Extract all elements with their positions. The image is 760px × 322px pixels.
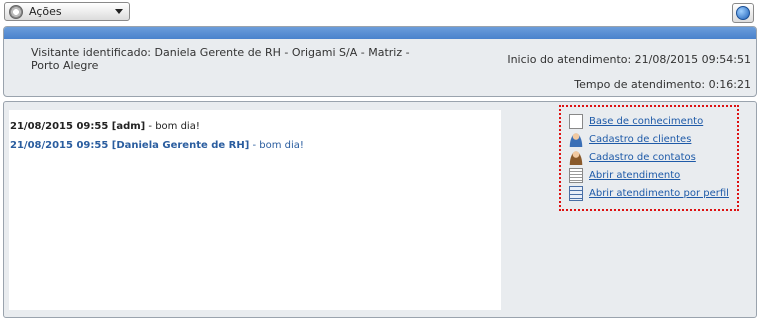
message-text: - bom dia! — [145, 121, 200, 132]
link-cadastro-de-clientes[interactable]: Cadastro de clientes — [569, 130, 737, 148]
link-cadastro-de-contatos[interactable]: Cadastro de contatos — [569, 148, 737, 166]
link-abrir-atendimento[interactable]: Abrir atendimento — [569, 166, 737, 184]
chat-message: 21/08/2015 09:55 [Daniela Gerente de RH]… — [10, 140, 304, 151]
chat-message: 21/08/2015 09:55 [adm] - bom dia! — [10, 121, 200, 132]
message-meta: 21/08/2015 09:55 [Daniela Gerente de RH] — [10, 140, 250, 151]
link-label[interactable]: Abrir atendimento por perfil — [589, 188, 729, 199]
link-label[interactable]: Base de conhecimento — [589, 116, 703, 127]
link-label[interactable]: Abrir atendimento — [589, 170, 680, 181]
actions-label: Ações — [29, 5, 62, 18]
gear-icon — [9, 4, 23, 19]
link-label[interactable]: Cadastro de clientes — [589, 134, 691, 145]
client-icon — [569, 131, 583, 147]
link-abrir-atendimento-por-perfil[interactable]: Abrir atendimento por perfil — [569, 184, 737, 202]
message-text: - bom dia! — [249, 140, 304, 151]
message-meta: 21/08/2015 09:55 [adm] — [10, 121, 146, 132]
actions-dropdown[interactable]: Ações — [4, 2, 130, 21]
main-panel: 21/08/2015 09:55 [adm] - bom dia! 21/08/… — [3, 101, 757, 318]
link-base-de-conhecimento[interactable]: Base de conhecimento — [569, 112, 737, 130]
header-bar — [4, 27, 756, 39]
globe-icon — [736, 6, 750, 20]
chevron-down-icon — [115, 9, 123, 14]
elapsed-time: Tempo de atendimento: 0:16:21 — [574, 78, 751, 91]
globe-button[interactable] — [732, 3, 754, 23]
header-panel: Visitante identificado: Daniela Gerente … — [3, 26, 757, 97]
quick-links-panel: Base de conhecimento Cadastro de cliente… — [559, 105, 739, 211]
document-icon — [569, 113, 583, 129]
chat-log[interactable]: 21/08/2015 09:55 [adm] - bom dia! 21/08/… — [9, 110, 501, 310]
list-icon — [569, 185, 583, 201]
link-label[interactable]: Cadastro de contatos — [589, 152, 696, 163]
visitor-info: Visitante identificado: Daniela Gerente … — [31, 46, 410, 72]
start-time: Inicio do atendimento: 21/08/2015 09:54:… — [507, 53, 751, 66]
form-icon — [569, 167, 583, 183]
contact-icon — [569, 149, 583, 165]
